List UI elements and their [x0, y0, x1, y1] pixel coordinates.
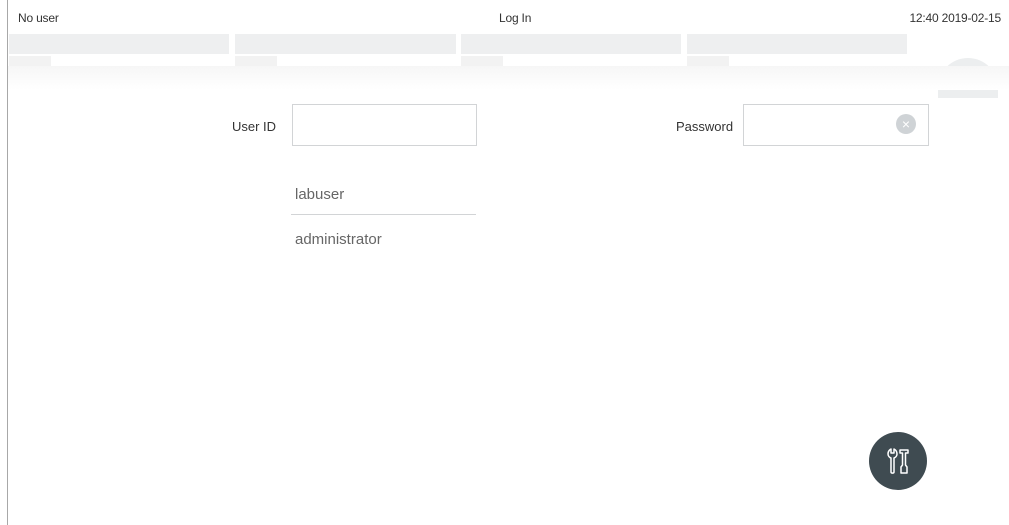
screen-title: Log In [499, 11, 532, 25]
user-id-label: User ID [232, 119, 277, 134]
current-user: No user [18, 11, 59, 25]
user-suggestion-item[interactable]: administrator [291, 215, 476, 260]
login-screen: No user Log In 12:40 2019-02-15 User ID … [0, 0, 1009, 525]
user-id-input[interactable] [292, 104, 477, 146]
status-bar: No user Log In 12:40 2019-02-15 [8, 0, 1009, 30]
background-tab-1 [9, 34, 229, 54]
user-suggestion-list: labuser administrator [291, 170, 476, 260]
background-tab-2 [235, 34, 456, 54]
password-label: Password [676, 119, 734, 134]
background-tab-detail-3 [461, 56, 503, 66]
user-suggestion-item[interactable]: labuser [291, 170, 476, 215]
background-tab-3 [461, 34, 681, 54]
tools-button[interactable] [869, 432, 927, 490]
background-tab-detail-2 [235, 56, 277, 66]
background-tab-detail-4 [687, 56, 729, 66]
clear-icon[interactable]: × [896, 114, 916, 134]
background-fade [8, 66, 1009, 90]
tools-icon [887, 448, 909, 474]
background-tab-4 [687, 34, 907, 54]
date-time: 12:40 2019-02-15 [909, 11, 1001, 25]
background-tab-detail-1 [9, 56, 51, 66]
